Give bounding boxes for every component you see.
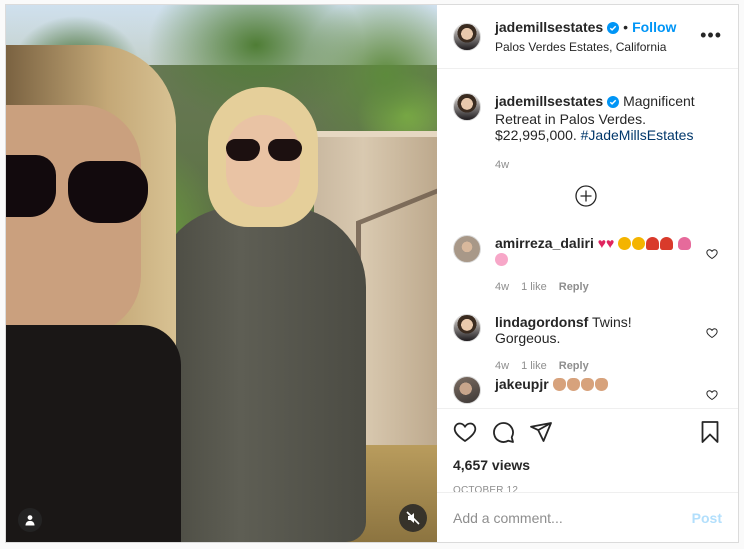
iron-railing xyxy=(356,188,437,442)
cherry-blossom-emoji xyxy=(495,253,508,266)
comment-username[interactable]: jakeupjr xyxy=(495,376,549,392)
comment-icon[interactable] xyxy=(491,420,515,444)
comment-item: amirreza_daliri ♥♥ 4w 1 like Reply xyxy=(453,235,718,295)
comment-age: 4w xyxy=(495,360,510,372)
caption-avatar[interactable] xyxy=(453,93,481,121)
comment-avatar[interactable] xyxy=(453,314,481,342)
like-icon[interactable] xyxy=(453,420,477,444)
tulip-emoji xyxy=(678,237,692,250)
post-video[interactable] xyxy=(6,5,437,542)
add-comment-bar: Post xyxy=(437,492,738,542)
comment-avatar[interactable] xyxy=(453,376,481,404)
like-comment-icon[interactable] xyxy=(706,247,718,260)
like-comment-icon[interactable] xyxy=(706,326,718,339)
post-header: jademillsestates • Follow Palos Verdes Est… xyxy=(437,5,738,69)
heart-eyes-emoji xyxy=(632,237,646,250)
view-count[interactable]: 4,657 views xyxy=(453,457,722,473)
like-comment-icon[interactable] xyxy=(706,388,718,401)
caption-age: 4w xyxy=(495,159,510,171)
clapping-hands-emoji xyxy=(566,378,580,391)
post-side-panel: jademillsestates • Follow Palos Verdes Est… xyxy=(437,5,738,542)
reply-button[interactable]: Reply xyxy=(559,360,589,372)
caption-hashtag[interactable]: #JadeMillsEstates xyxy=(581,127,694,143)
clapping-hands-emoji xyxy=(552,378,566,391)
instagram-post: jademillsestates • Follow Palos Verdes Est… xyxy=(5,4,739,543)
post-comment-button[interactable]: Post xyxy=(692,510,722,526)
separator-dot: • xyxy=(623,18,629,35)
user-tag-icon[interactable] xyxy=(18,508,42,532)
rose-emoji xyxy=(646,237,660,250)
clapping-hands-emoji xyxy=(594,378,608,391)
comment-likes[interactable]: 1 like xyxy=(521,360,547,372)
header-username[interactable]: jademillsestates xyxy=(495,19,603,35)
save-bookmark-icon[interactable] xyxy=(698,420,722,444)
red-heart-emoji: ♥ xyxy=(597,235,607,251)
caption: jademillsestates Magnificent Retreat in … xyxy=(453,93,718,173)
follow-button[interactable]: Follow xyxy=(632,19,676,35)
red-heart-emoji: ♥ xyxy=(606,235,615,251)
comment-age: 4w xyxy=(495,281,510,293)
clapping-hands-emoji xyxy=(580,378,594,391)
caption-username[interactable]: jademillsestates xyxy=(495,93,603,109)
more-options-icon[interactable]: ••• xyxy=(700,26,722,44)
reply-button[interactable]: Reply xyxy=(559,281,589,293)
mute-icon[interactable] xyxy=(399,504,427,532)
comment-username[interactable]: amirreza_daliri xyxy=(495,235,594,251)
comment-likes[interactable]: 1 like xyxy=(521,281,547,293)
rose-emoji xyxy=(660,237,674,250)
avatar[interactable] xyxy=(453,22,481,51)
load-more-comments-icon[interactable] xyxy=(575,185,597,207)
woman-in-gray-dress xyxy=(156,87,366,542)
location-link[interactable]: Palos Verdes Estates, California xyxy=(495,38,676,56)
woman-in-black-top xyxy=(6,45,181,542)
verified-badge-icon xyxy=(607,95,620,111)
comment-item: lindagordonsf Twins! Gorgeous. 4w 1 like R… xyxy=(453,314,718,374)
comment-avatar[interactable] xyxy=(453,235,481,263)
add-comment-input[interactable] xyxy=(453,509,692,526)
comments-section[interactable]: jademillsestates Magnificent Retreat in … xyxy=(437,69,738,408)
heart-eyes-emoji xyxy=(618,237,632,250)
comment-username[interactable]: lindagordonsf xyxy=(495,314,588,330)
share-icon[interactable] xyxy=(529,420,553,444)
verified-badge-icon xyxy=(607,20,620,38)
comment-item: jakeupjr xyxy=(453,376,718,404)
